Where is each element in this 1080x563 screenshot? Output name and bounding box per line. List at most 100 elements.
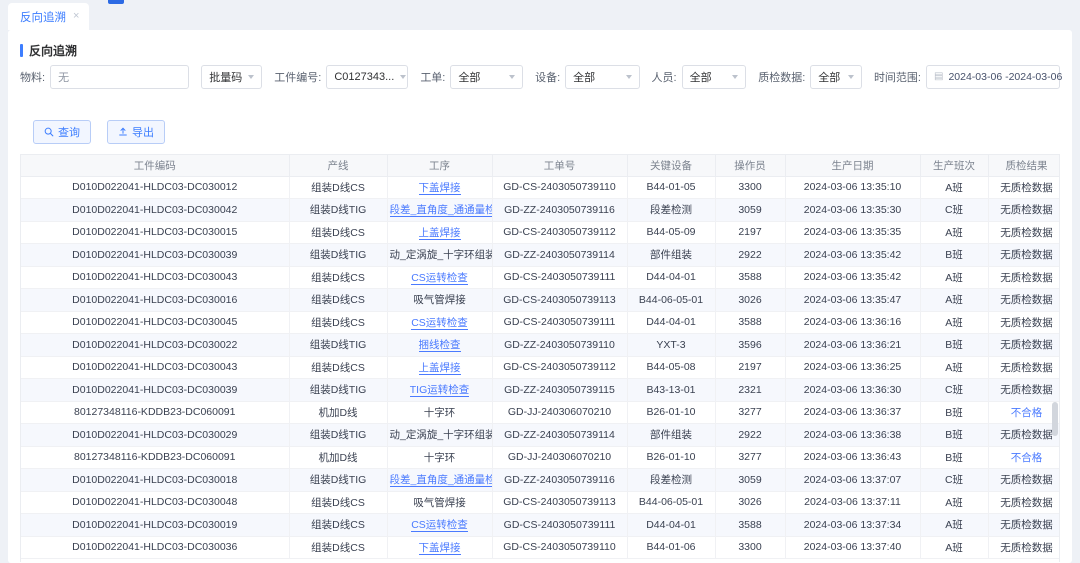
order-label: 工单: bbox=[420, 72, 446, 84]
device-label: 设备: bbox=[535, 72, 561, 84]
cell-production-date: 2024-03-06 13:35:42 bbox=[785, 266, 921, 289]
batch-code-select[interactable]: 批量码 bbox=[201, 65, 263, 89]
cell-process[interactable]: CS运转检查 bbox=[387, 311, 493, 334]
cell-work-order: GD-ZZ-2403050739115 bbox=[492, 378, 628, 402]
cell-operator: 3596 bbox=[715, 333, 786, 357]
close-icon[interactable]: × bbox=[73, 11, 79, 22]
table-row[interactable]: D010D022041-HLDC03-DC030018 组装D线TIG 段差_直角度… bbox=[21, 468, 1059, 492]
cell-production-date: 2024-03-06 13:36:37 bbox=[785, 401, 921, 424]
table-row[interactable]: D010D022041-HLDC03-DC030039 组装D线TIG 动_定涡旋_… bbox=[21, 243, 1059, 267]
column-header: 工序 bbox=[387, 155, 493, 177]
query-button[interactable]: 查询 bbox=[33, 120, 91, 144]
cell-process: 十字环 bbox=[387, 401, 493, 424]
cell-key-device: 段差检测 bbox=[627, 198, 716, 222]
cell-process: 动_定涡旋_十字环组装 bbox=[387, 243, 493, 267]
cell-operator: 2197 bbox=[715, 221, 786, 244]
cell-key-device: B44-05-09 bbox=[627, 221, 716, 244]
export-button[interactable]: 导出 bbox=[107, 120, 165, 144]
cell-process[interactable]: 下盖焊接 bbox=[387, 536, 493, 559]
qc-select[interactable]: 全部 bbox=[810, 65, 862, 89]
table-row[interactable]: D010D022041-HLDC03-DC030036 组装D线CS 下盖焊接 GD-… bbox=[21, 536, 1059, 559]
cell-work-order: GD-CS-2403050739111 bbox=[492, 266, 628, 289]
cell-part-code: D010D022041-HLDC03-DC030016 bbox=[21, 288, 290, 312]
table-row[interactable]: D010D022041-HLDC03-DC030015 组装D线CS 上盖焊接 GD-… bbox=[21, 221, 1059, 244]
cell-production-date: 2024-03-06 13:35:35 bbox=[785, 221, 921, 244]
cell-production-date: 2024-03-06 13:35:42 bbox=[785, 243, 921, 267]
cell-process[interactable]: 下盖焊接 bbox=[387, 176, 493, 199]
tab-reverse-trace[interactable]: 反向追溯 × bbox=[8, 3, 90, 30]
table-row[interactable]: D010D022041-HLDC03-DC030043 组装D线CS CS运转检查 G… bbox=[21, 266, 1059, 289]
cell-work-order: GD-CS-2403050739110 bbox=[492, 176, 628, 199]
table-row[interactable]: D010D022041-HLDC03-DC030016 组装D线CS 吸气管焊接 GD… bbox=[21, 288, 1059, 312]
table-row[interactable]: 80127348116-KDDB23-DC060091 机加D线 十字环 GD-JJ-… bbox=[21, 446, 1059, 469]
cell-operator: 2922 bbox=[715, 243, 786, 267]
cell-key-device: B43-13-01 bbox=[627, 378, 716, 402]
cell-process[interactable]: CS运转检查 bbox=[387, 266, 493, 289]
cell-operator: 3026 bbox=[715, 288, 786, 312]
cell-key-device: B44-01-06 bbox=[627, 536, 716, 559]
cell-production-date: 2024-03-06 13:35:10 bbox=[785, 176, 921, 199]
cell-process[interactable]: CS运转检查 bbox=[387, 513, 493, 537]
cell-part-code: D010D022041-HLDC03-DC030022 bbox=[21, 333, 290, 357]
table-row[interactable]: D010D022041-HLDC03-DC030012 组装D线CS 下盖焊接 GD-… bbox=[21, 176, 1059, 199]
device-select[interactable]: 全部 bbox=[565, 65, 640, 89]
cell-part-code: 80127348116-KDDB23-DC060091 bbox=[21, 401, 290, 424]
cell-process[interactable]: 段差_直角度_通通量检查 bbox=[387, 468, 493, 492]
table-row[interactable]: D010D022041-HLDC03-DC030022 组装D线TIG 捆线检查 GD… bbox=[21, 333, 1059, 357]
cell-qc-result: 无质检数据 bbox=[988, 333, 1059, 357]
qc-label: 质检数据: bbox=[758, 72, 806, 84]
cell-part-code: D010D022041-HLDC03-DC030029 bbox=[21, 423, 290, 447]
date-range-picker[interactable]: ▤ 2024-03-06 -2024-03-06 bbox=[926, 65, 1062, 89]
table-row[interactable]: D010D022041-HLDC03-DC030043 组装D线CS 上盖焊接 GD-… bbox=[21, 356, 1059, 379]
part-no-select[interactable]: C0127343... bbox=[326, 65, 409, 89]
cell-process[interactable]: 上盖焊接 bbox=[387, 221, 493, 244]
cell-qc-result[interactable]: 不合格 bbox=[988, 446, 1059, 469]
cell-production-date: 2024-03-06 13:37:07 bbox=[785, 468, 921, 492]
person-select[interactable]: 全部 bbox=[681, 65, 747, 89]
part-no-label: 工件编号: bbox=[274, 72, 322, 84]
cell-key-device: B44-05-08 bbox=[627, 356, 716, 379]
material-input[interactable]: 无 bbox=[50, 65, 190, 89]
column-header: 工件编码 bbox=[21, 155, 290, 177]
page-card: 反向追溯 物料: 无 批量码 工件编号: C0127343... 工单: 全部 bbox=[8, 30, 1072, 563]
cell-production-shift: B班 bbox=[920, 423, 989, 447]
column-header: 关键设备 bbox=[627, 155, 716, 177]
column-header: 产线 bbox=[289, 155, 388, 177]
cell-process[interactable]: 捆线检查 bbox=[387, 333, 493, 357]
table-row[interactable]: D010D022041-HLDC03-DC030039 组装D线TIG TIG运转检… bbox=[21, 378, 1059, 402]
material-label: 物料: bbox=[20, 72, 46, 84]
scrollbar-thumb[interactable] bbox=[1052, 402, 1058, 436]
cell-process[interactable]: 上盖焊接 bbox=[387, 356, 493, 379]
column-header: 质检结果 bbox=[988, 155, 1059, 177]
table-row[interactable]: D010D022041-HLDC03-DC030019 组装D线CS CS运转检查 G… bbox=[21, 513, 1059, 537]
table-row[interactable]: D010D022041-HLDC03-DC030045 组装D线CS CS运转检查 G… bbox=[21, 311, 1059, 334]
table-row[interactable]: D010D022041-HLDC03-DC030029 组装D线TIG 动_定涡旋_… bbox=[21, 423, 1059, 447]
cell-production-line: 组装D线CS bbox=[289, 311, 388, 334]
cell-key-device: B44-06-05-01 bbox=[627, 288, 716, 312]
order-select[interactable]: 全部 bbox=[450, 65, 524, 89]
person-label: 人员: bbox=[651, 72, 677, 84]
cell-qc-result: 无质检数据 bbox=[988, 423, 1059, 447]
vertical-scrollbar[interactable] bbox=[1052, 177, 1058, 562]
table-row[interactable]: D010D022041-HLDC03-DC030048 组装D线CS 吸气管焊接 GD… bbox=[21, 491, 1059, 514]
cell-production-shift: A班 bbox=[920, 513, 989, 537]
tab-strip: 反向追溯 × bbox=[0, 0, 1080, 34]
table-row[interactable]: D010D022041-HLDC03-DC030042 组装D线TIG 段差_直角度… bbox=[21, 198, 1059, 222]
order-value: 全部 bbox=[458, 72, 481, 84]
page-title-text: 反向追溯 bbox=[29, 44, 78, 58]
cell-operator: 2197 bbox=[715, 356, 786, 379]
cell-production-line: 组装D线CS bbox=[289, 288, 388, 312]
cell-part-code: D010D022041-HLDC03-DC030018 bbox=[21, 468, 290, 492]
cell-qc-result: 无质检数据 bbox=[988, 513, 1059, 537]
cell-work-order: GD-CS-2403050739112 bbox=[492, 356, 628, 379]
table-row[interactable]: 80127348116-KDDB23-DC060091 机加D线 十字环 GD-JJ-… bbox=[21, 401, 1059, 424]
cell-process[interactable]: 段差_直角度_通通量检查 bbox=[387, 198, 493, 222]
cell-process[interactable]: TIG运转检查 bbox=[387, 378, 493, 402]
cell-qc-result: 无质检数据 bbox=[988, 311, 1059, 334]
cell-production-shift: C班 bbox=[920, 468, 989, 492]
material-value: 无 bbox=[58, 72, 70, 84]
cell-qc-result[interactable]: 不合格 bbox=[988, 401, 1059, 424]
cell-production-shift: C班 bbox=[920, 378, 989, 402]
cell-production-line: 机加D线 bbox=[289, 401, 388, 424]
cell-part-code: D010D022041-HLDC03-DC030043 bbox=[21, 266, 290, 289]
